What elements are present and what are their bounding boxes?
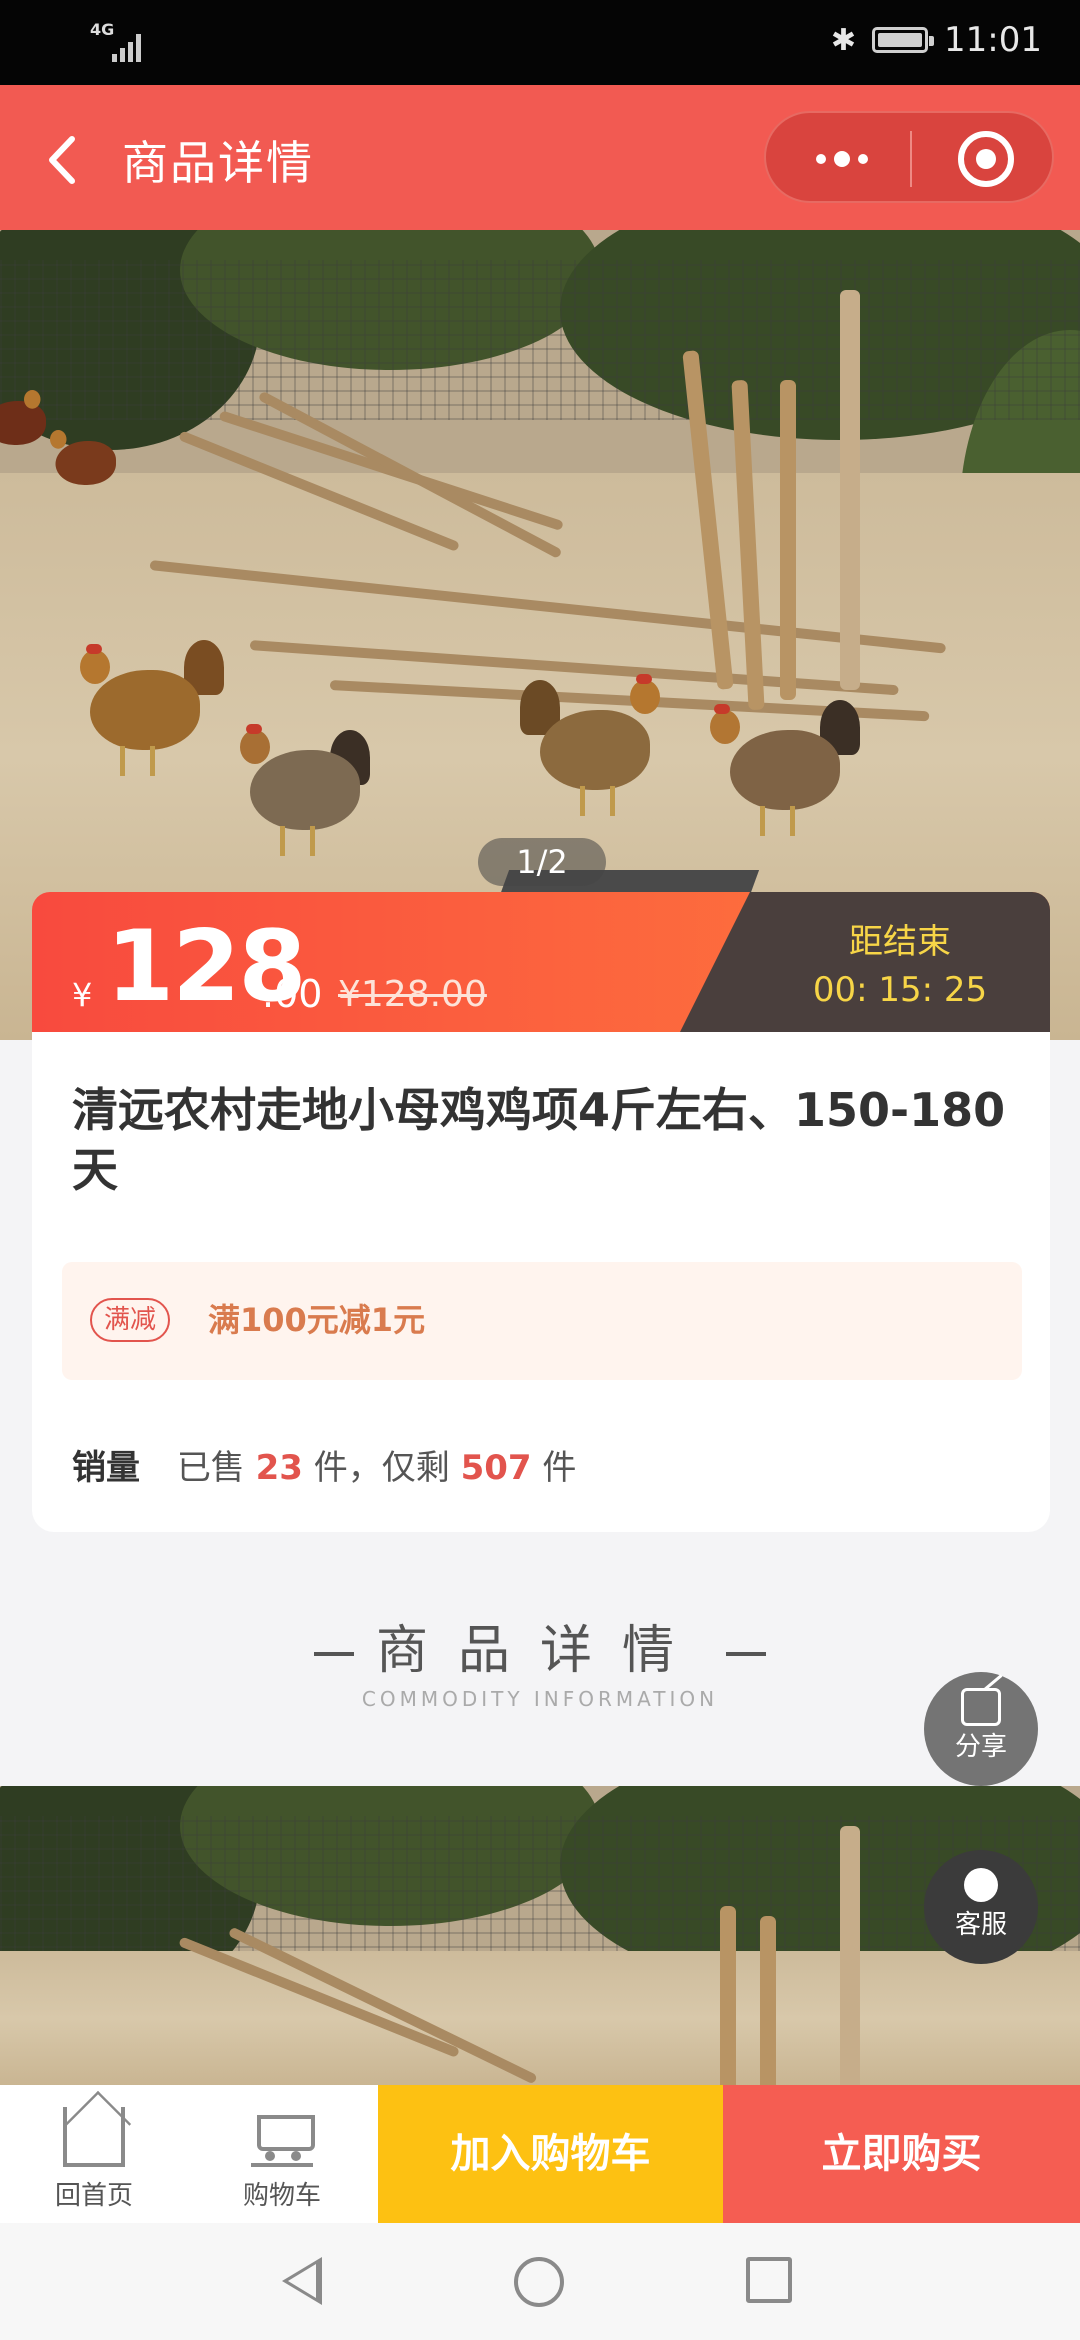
sold-count: 23 [255, 1448, 303, 1488]
promotion-row[interactable]: 满减 满100元减1元 [62, 1262, 1022, 1380]
cart-label: 购物车 [242, 2181, 321, 2211]
countdown: 距结束 00: 15: 25 [750, 918, 1050, 1014]
detail-image [0, 1786, 1080, 2086]
promo-tag: 满减 [90, 1298, 171, 1342]
cart-tab[interactable]: 购物车 [188, 2085, 376, 2223]
sales-info: 销量 已售 23 件，仅剩 507 件 [72, 1440, 576, 1489]
system-back-icon[interactable] [282, 2257, 322, 2305]
add-to-cart-button[interactable]: 加入购物车 [378, 2085, 723, 2223]
buy-now-button[interactable]: 立即购买 [723, 2085, 1080, 2223]
mini-program-capsule [764, 111, 1054, 203]
home-icon [63, 2107, 125, 2167]
price-decimal: .00 [262, 972, 323, 1016]
close-target-icon[interactable] [958, 131, 1014, 187]
product-name: 清远农村走地小母鸡鸡项4斤左右、150-180天 [72, 1083, 1006, 1197]
detail-subtitle: COMMODITY INFORMATION [361, 1687, 719, 1711]
detail-title: 商品详情 [375, 1621, 704, 1681]
original-price: ¥128.00 [338, 974, 487, 1015]
nav-header: 商品详情 [0, 85, 1080, 230]
sales-label: 销量 [72, 1448, 140, 1488]
customer-service-icon [964, 1868, 998, 1902]
system-recents-icon[interactable] [746, 2257, 792, 2303]
customer-service-button[interactable]: 客服 [924, 1850, 1038, 1964]
status-bar: 4G ✱ 11:01 [0, 0, 1080, 85]
currency-symbol: ¥ [72, 976, 93, 1014]
clock: 11:01 [944, 20, 1042, 60]
sold-prefix: 已售 [176, 1448, 245, 1488]
system-navigation-bar [0, 2223, 1080, 2340]
share-label: 分享 [954, 1732, 1007, 1762]
price-banner: ¥ 128 .00 ¥128.00 距结束 00: 15: 25 [32, 892, 1050, 1032]
system-home-icon[interactable] [514, 2257, 564, 2307]
remaining-count: 507 [460, 1448, 532, 1488]
countdown-time: 00: 15: 25 [812, 970, 988, 1010]
page-title: 商品详情 [122, 136, 314, 190]
bluetooth-icon: ✱ [830, 22, 857, 58]
remaining-unit: 件 [542, 1448, 577, 1488]
sold-unit: 件，仅剩 [313, 1448, 450, 1488]
share-button[interactable]: 分享 [924, 1672, 1038, 1786]
product-info-card: 清远农村走地小母鸡鸡项4斤左右、150-180天 满减 满100元减1元 销量 … [32, 1032, 1050, 1532]
home-tab[interactable]: 回首页 [0, 2085, 188, 2223]
battery-icon [872, 27, 935, 53]
image-pager: 1/2 [478, 838, 606, 886]
bottom-action-bar: 回首页 购物车 加入购物车 立即购买 [0, 2085, 1080, 2223]
back-arrow-icon[interactable] [36, 125, 96, 195]
promo-text: 满100元减1元 [208, 1301, 426, 1339]
home-label: 回首页 [54, 2181, 133, 2211]
detail-heading: 商品详情 COMMODITY INFORMATION [0, 1608, 1080, 1711]
countdown-label: 距结束 [849, 922, 951, 962]
more-dots-icon[interactable] [806, 133, 878, 185]
signal-icon [112, 34, 141, 62]
cart-icon [251, 2107, 315, 2167]
share-icon [961, 1688, 1001, 1726]
customer-service-label: 客服 [954, 1910, 1007, 1940]
